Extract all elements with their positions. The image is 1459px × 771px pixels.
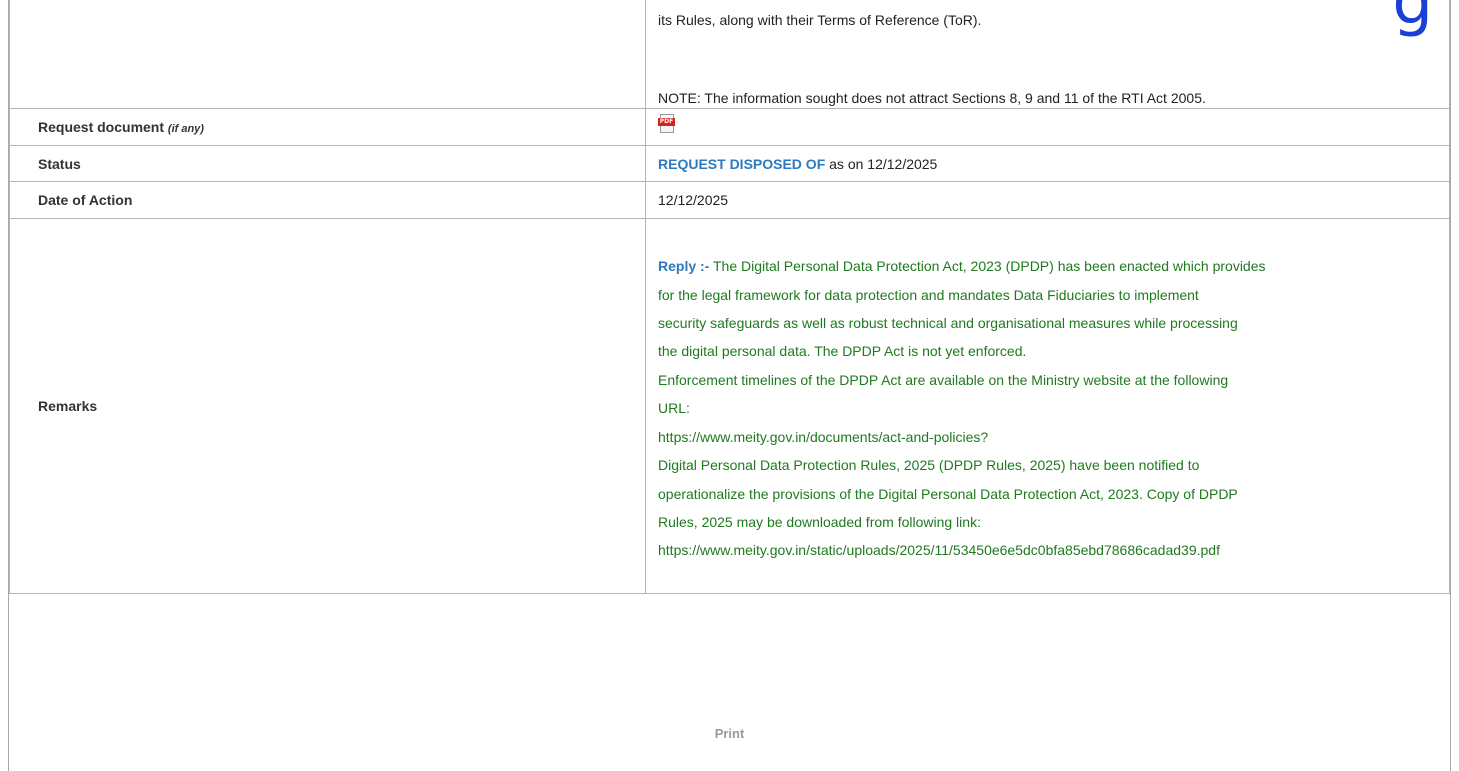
pdf-file-icon[interactable]: PDF	[658, 114, 675, 134]
remarks-line: Digital Personal Data Protection Rules, …	[658, 457, 1200, 474]
remarks-url-line: https://www.meity.gov.in/documents/act-a…	[658, 428, 989, 445]
request-document-label: Request document	[38, 119, 165, 135]
status-value: REQUEST DISPOSED OF	[658, 155, 826, 172]
request-document-row: Request document (if any) PDF	[9, 108, 1450, 146]
request-document-value-cell: PDF	[645, 108, 1450, 146]
request-document-hint: (if any)	[167, 123, 204, 135]
empty-label-cell	[9, 0, 646, 109]
date-of-action-value: 12/12/2025	[645, 181, 1450, 219]
status-row: Status REQUEST DISPOSED OF as on 12/12/2…	[9, 145, 1450, 182]
remarks-line: for the legal framework for data protect…	[658, 286, 1199, 303]
request-text-continuation: its Rules, along with their Terms of Ref…	[658, 12, 982, 28]
pdf-icon-text: PDF	[658, 118, 675, 127]
print-button[interactable]: Print	[715, 726, 745, 741]
reply-label: Reply :-	[658, 258, 710, 275]
remarks-line: the digital personal data. The DPDP Act …	[658, 343, 1027, 360]
print-row: Print	[9, 704, 1450, 764]
remarks-line: security safeguards as well as robust te…	[658, 315, 1238, 332]
rti-request-details-page: g its Rules, along with their Terms of R…	[0, 0, 1459, 771]
remarks-value-cell: Reply :- The Digital Personal Data Prote…	[645, 218, 1450, 594]
status-date-suffix: as on 12/12/2025	[829, 155, 938, 172]
date-of-action-label: Date of Action	[9, 181, 646, 219]
remarks-line: Rules, 2025 may be downloaded from follo…	[658, 513, 981, 530]
request-details-table: its Rules, along with their Terms of Ref…	[9, 0, 1450, 594]
remarks-line: Enforcement timelines of the DPDP Act ar…	[658, 371, 1229, 388]
status-value-cell: REQUEST DISPOSED OF as on 12/12/2025	[645, 145, 1450, 182]
request-document-label-cell: Request document (if any)	[9, 108, 646, 146]
request-text-row: its Rules, along with their Terms of Ref…	[9, 0, 1450, 109]
remarks-label: Remarks	[9, 218, 646, 594]
rti-note: NOTE: The information sought does not at…	[658, 90, 1206, 106]
remarks-line: operationalize the provisions of the Dig…	[658, 485, 1238, 502]
remarks-row: Remarks Reply :- The Digital Personal Da…	[9, 218, 1450, 594]
remarks-line: Reply :- The Digital Personal Data Prote…	[658, 258, 1266, 275]
status-label: Status	[9, 145, 646, 182]
remarks-line: URL:	[658, 400, 690, 417]
date-of-action-row: Date of Action 12/12/2025	[9, 181, 1450, 219]
request-text-cell: its Rules, along with their Terms of Ref…	[645, 0, 1450, 109]
remarks-url-line: https://www.meity.gov.in/static/uploads/…	[658, 542, 1220, 559]
